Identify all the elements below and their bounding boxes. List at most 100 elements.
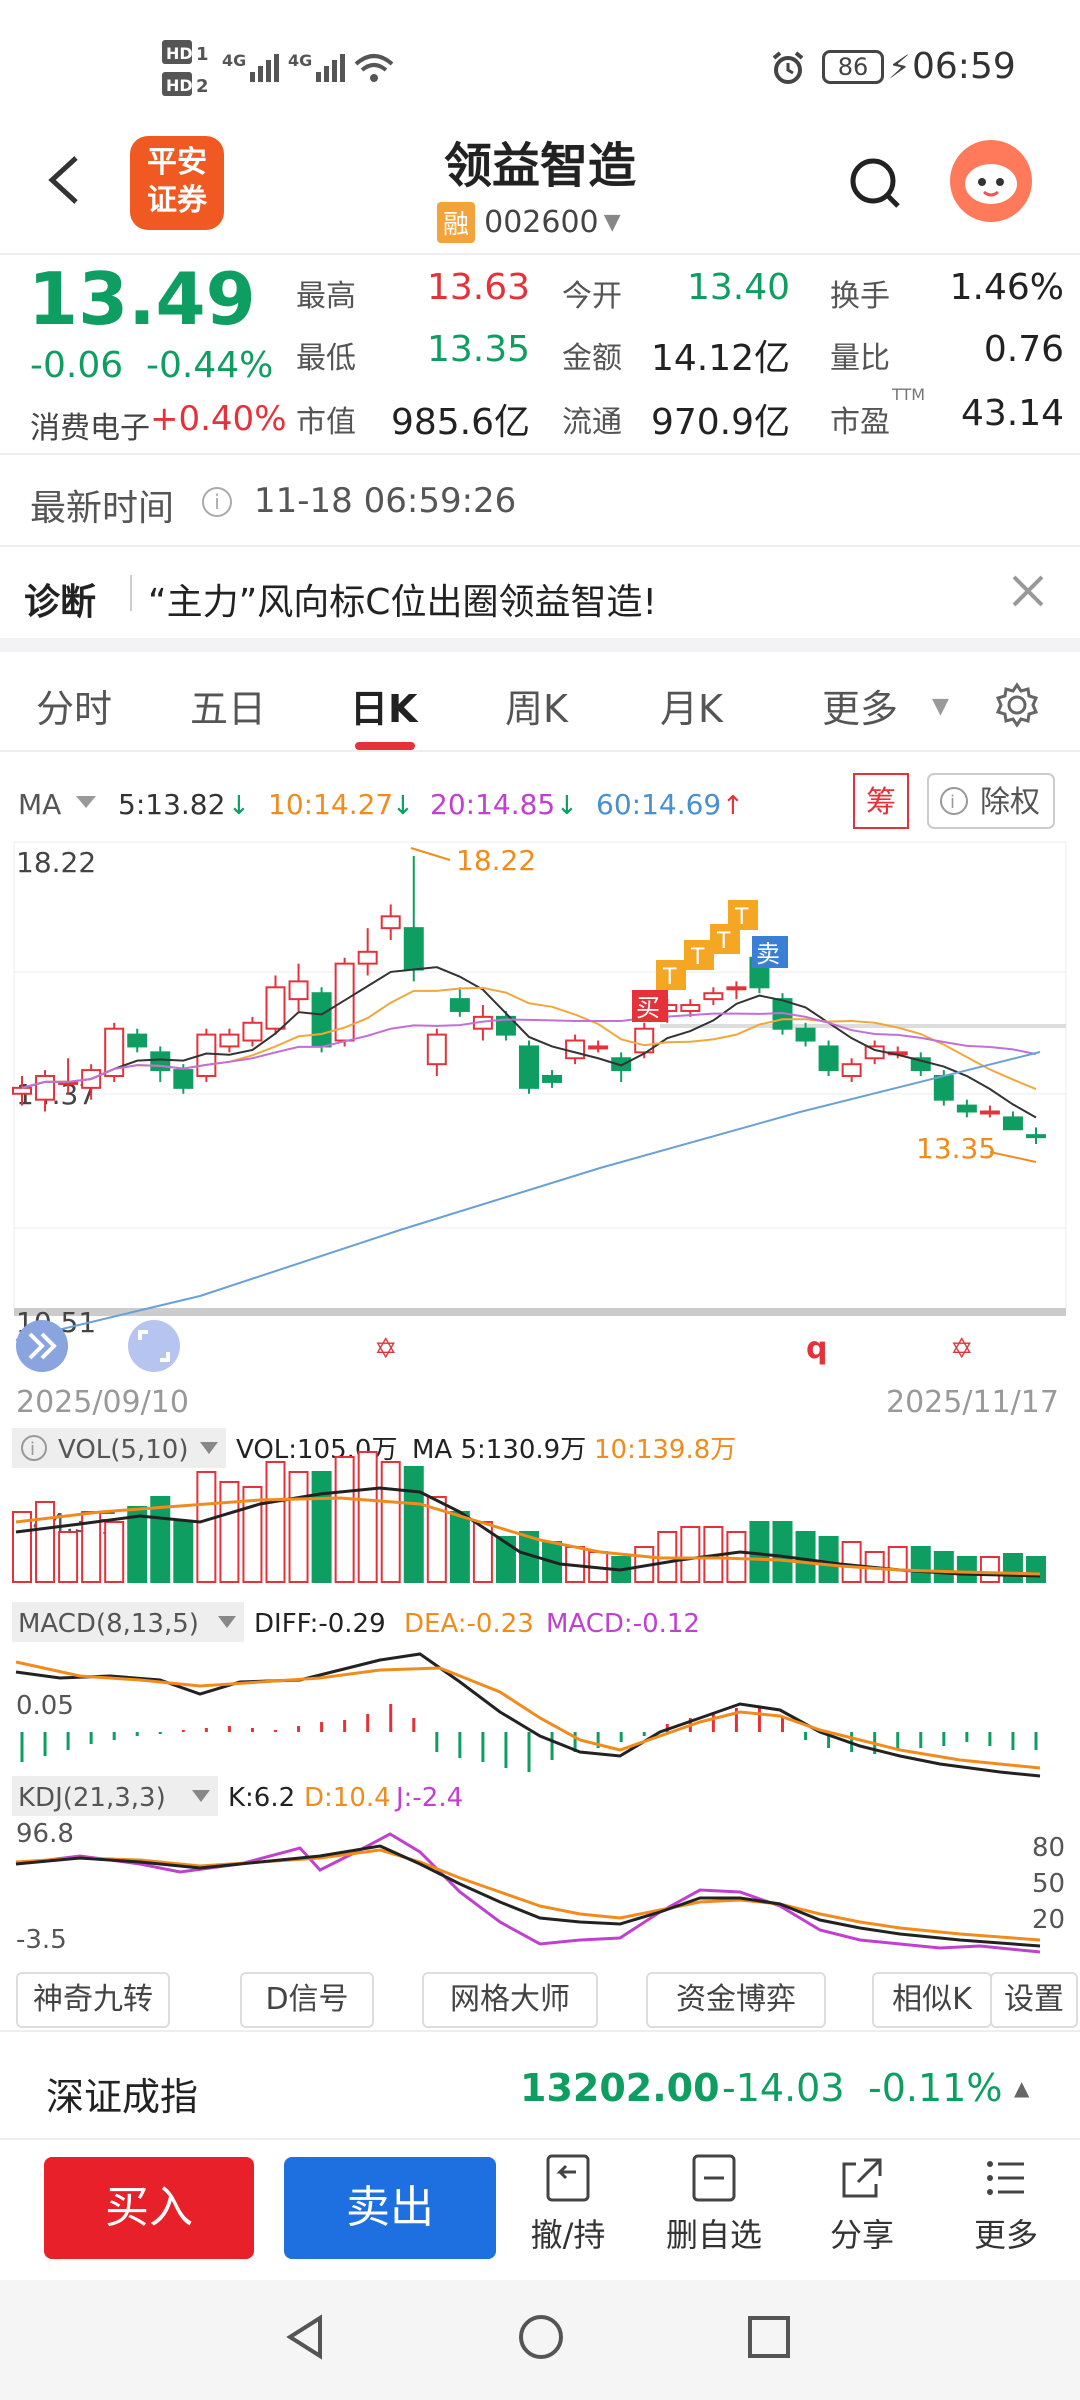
svg-text:i: i	[30, 1439, 35, 1460]
candle	[795, 1027, 816, 1042]
high-marker-line	[410, 847, 451, 861]
remove-icon	[692, 2154, 736, 2202]
sector-name[interactable]: 消费电子	[30, 403, 150, 447]
shortcut-settings[interactable]: 设置	[990, 1972, 1078, 2028]
candle	[173, 1069, 194, 1089]
volume-bar	[288, 1471, 309, 1583]
shortcut-grid-master[interactable]: 网格大师	[422, 1972, 598, 2028]
nav-recents-icon[interactable]	[746, 2314, 792, 2360]
tab-more[interactable]: 更多	[822, 678, 898, 733]
candle	[864, 1045, 885, 1060]
status-bar: HD 1 HD 2 4G 4G 86 ⚡ 06:59	[0, 0, 1080, 120]
quote-field-label: 金额	[562, 341, 622, 376]
remove-watchlist-label: 删自选	[665, 2216, 762, 2254]
volume-bar	[219, 1481, 240, 1583]
quote-field-value: 13.63	[426, 267, 530, 308]
share-button[interactable]: 分享	[810, 2150, 914, 2270]
quote-field-value: 13.40	[686, 267, 790, 308]
close-icon[interactable]	[1008, 571, 1048, 611]
exright-label: 除权	[980, 785, 1040, 820]
search-icon[interactable]	[848, 156, 904, 212]
macd-histogram	[20, 1704, 1038, 1772]
chevron-down-icon[interactable]: ▼	[932, 694, 949, 719]
candle	[426, 1033, 447, 1066]
candle	[588, 1045, 609, 1050]
candle	[841, 1063, 862, 1078]
shortcut-nine-turn[interactable]: 神奇九转	[16, 1972, 170, 2028]
high-price-label: 18.22	[456, 844, 536, 877]
nav-home-icon[interactable]	[516, 2312, 566, 2362]
index-ticker[interactable]: 深证成指 13202.00 -14.03 -0.11% ▲	[0, 2030, 1080, 2140]
quote-field-value: 0.76	[983, 329, 1064, 370]
volume-bar	[795, 1531, 816, 1583]
volume-bar	[380, 1461, 401, 1583]
ma60-value: 60:14.69	[596, 788, 721, 821]
event-icon[interactable]: ✡	[950, 1332, 973, 1365]
menu-icon	[987, 2161, 1024, 2195]
sell-button[interactable]: 卖出	[284, 2157, 496, 2259]
vol-ma10: 10:139.8万	[594, 1435, 736, 1465]
shortcut-capital-game[interactable]: 资金博弈	[646, 1972, 826, 2028]
vol-ma5: MA 5:130.9万	[412, 1435, 586, 1465]
candle	[1002, 1116, 1023, 1131]
ma60-arrow: ↑	[722, 791, 744, 821]
quote-field-value: 985.6亿	[390, 402, 530, 443]
event-icon[interactable]: ✡	[374, 1332, 397, 1365]
tab-weekly-k[interactable]: 周K	[505, 678, 568, 733]
svg-text:1: 1	[196, 44, 209, 65]
tab-five-day[interactable]: 五日	[190, 678, 266, 733]
assistant-avatar[interactable]	[950, 140, 1032, 222]
period-tabs: 分时 五日 日K 周K 月K 更多 ▼	[0, 652, 1080, 752]
t-signal: T	[690, 945, 705, 970]
ma-label[interactable]: MA	[18, 788, 61, 821]
buy-signal: 买	[636, 994, 660, 1022]
battery-icon: 86	[822, 50, 884, 84]
candle	[380, 915, 401, 930]
sector-change[interactable]: +0.40%	[150, 399, 287, 439]
price-axis-max: 18.22	[16, 846, 96, 879]
info-icon[interactable]: i	[202, 487, 232, 517]
candle	[35, 1075, 56, 1101]
diagnosis-text[interactable]: “主力”风向标C位出圈领益智造!	[148, 573, 657, 625]
trade-signals[interactable]: 买 T T T T 卖	[632, 900, 788, 1022]
svg-text:4G: 4G	[222, 51, 246, 70]
chevron-down-icon[interactable]	[76, 796, 96, 808]
update-time: 11-18 06:59:26	[254, 481, 517, 521]
gear-icon[interactable]	[994, 682, 1040, 728]
cancel-hold-button[interactable]: 撤/持	[516, 2150, 620, 2270]
pe-ttm-sup: TTM	[892, 385, 926, 404]
macd-hist: MACD:-0.12	[546, 1609, 700, 1639]
tab-intraday[interactable]: 分时	[36, 678, 112, 733]
shortcut-d-signal[interactable]: D信号	[240, 1972, 374, 2028]
event-icon[interactable]: q	[806, 1331, 827, 1366]
candle	[12, 1086, 32, 1095]
fullscreen-icon[interactable]	[128, 1320, 180, 1372]
ma20-arrow: ↓	[556, 791, 578, 821]
nav-back-icon[interactable]	[280, 2312, 330, 2362]
remove-watchlist-button[interactable]: 删自选	[654, 2150, 774, 2270]
tab-monthly-k[interactable]: 月K	[660, 678, 723, 733]
t-signal: T	[662, 965, 677, 990]
macd-label: MACD(8,13,5)	[18, 1609, 199, 1639]
kdj-j-line	[15, 1832, 1041, 1954]
margin-badge: 融	[437, 202, 476, 243]
quote-field-label: 最高	[296, 279, 356, 314]
volume-bar	[104, 1521, 125, 1583]
t-signal: T	[716, 929, 731, 954]
kdj-level-50: 50	[1032, 1869, 1065, 1899]
more-button[interactable]: 更多	[954, 2150, 1058, 2270]
kline-chart[interactable]: MA 5:13.82 ↓ 10:14.27 ↓ 20:14.85 ↓ 60:14…	[0, 752, 1080, 1972]
diagnosis-banner[interactable]: 诊断 “主力”风向标C位出圈领益智造!	[0, 547, 1080, 652]
chevron-up-icon[interactable]: ▲	[1014, 2076, 1029, 2100]
buy-button[interactable]: 买入	[44, 2157, 254, 2259]
active-tab-indicator	[355, 742, 415, 750]
volume-bar	[173, 1521, 194, 1583]
tab-daily-k[interactable]: 日K	[350, 678, 417, 733]
macd-axis: 0.05	[16, 1691, 74, 1721]
code-row[interactable]: 融 002600 ▼	[437, 202, 621, 243]
shortcut-similar-k[interactable]: 相似K	[872, 1972, 992, 2028]
volume-bar	[887, 1546, 908, 1583]
low-price-label: 13.35	[916, 1132, 996, 1165]
candle	[565, 1039, 586, 1060]
candle	[726, 986, 747, 991]
